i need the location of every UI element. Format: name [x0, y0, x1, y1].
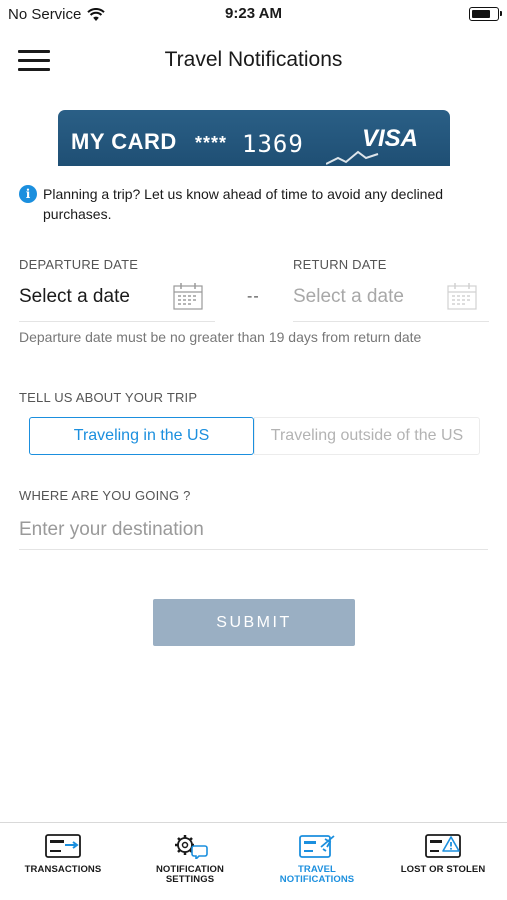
tab-travel-notifications[interactable]: TRAVEL NOTIFICATIONS [254, 833, 380, 885]
submit-button[interactable]: SUBMIT [153, 599, 355, 646]
tab-transactions[interactable]: TRANSACTIONS [0, 833, 126, 875]
calendar-icon[interactable] [447, 282, 477, 310]
card-airplane-icon [299, 835, 335, 858]
tab-label: LOST OR STOLEN [400, 864, 486, 875]
trip-option-us[interactable]: Traveling in the US [29, 417, 254, 455]
tab-bar: TRANSACTIONS NOTIFICATION SETTINGS TRAVE… [0, 822, 507, 900]
destination-input[interactable] [19, 510, 488, 550]
return-date-field[interactable]: Select a date [293, 278, 489, 322]
status-time: 9:23 AM [225, 5, 282, 22]
page-title: Travel Notifications [164, 48, 343, 71]
return-date-label: RETURN DATE [293, 257, 387, 272]
card-brand-logo: VISA [361, 125, 418, 152]
date-separator: -- [247, 288, 260, 305]
card-transfer-icon [45, 834, 81, 858]
destination-label: WHERE ARE YOU GOING ? [19, 488, 191, 503]
info-text: Planning a trip? Let us know ahead of ti… [43, 186, 444, 222]
gear-chat-icon [175, 835, 208, 859]
tab-notification-settings[interactable]: NOTIFICATION SETTINGS [127, 833, 253, 885]
trip-option-international[interactable]: Traveling outside of the US [254, 417, 480, 455]
info-icon: i [19, 185, 37, 203]
date-hint-text: Departure date must be no greater than 1… [19, 329, 422, 345]
battery-icon [469, 7, 502, 21]
tab-lost-or-stolen[interactable]: LOST OR STOLEN [380, 833, 506, 875]
departure-date-field[interactable]: Select a date [19, 278, 215, 322]
tab-label: TRANSACTIONS [24, 864, 102, 875]
card-last4: 1369 [242, 130, 304, 158]
card-name: MY CARD [71, 129, 177, 154]
info-banner: i Planning a trip? Let us know ahead of … [19, 184, 489, 224]
card-warning-icon [425, 834, 461, 858]
battery-level [472, 10, 490, 18]
status-bar: No Service 9:23 AM [0, 0, 507, 28]
card-image: MY CARD **** 1369 VISA [58, 110, 450, 166]
card-mask: **** [195, 133, 228, 153]
calendar-icon[interactable] [173, 282, 203, 310]
trip-type-label: TELL US ABOUT YOUR TRIP [19, 390, 198, 405]
tab-label: NOTIFICATION SETTINGS [155, 864, 225, 885]
return-date-value: Select a date [293, 286, 404, 307]
departure-date-value: Select a date [19, 286, 130, 307]
tab-label: TRAVEL NOTIFICATIONS [279, 864, 355, 885]
header: Travel Notifications [0, 40, 507, 84]
departure-date-label: DEPARTURE DATE [19, 257, 139, 272]
